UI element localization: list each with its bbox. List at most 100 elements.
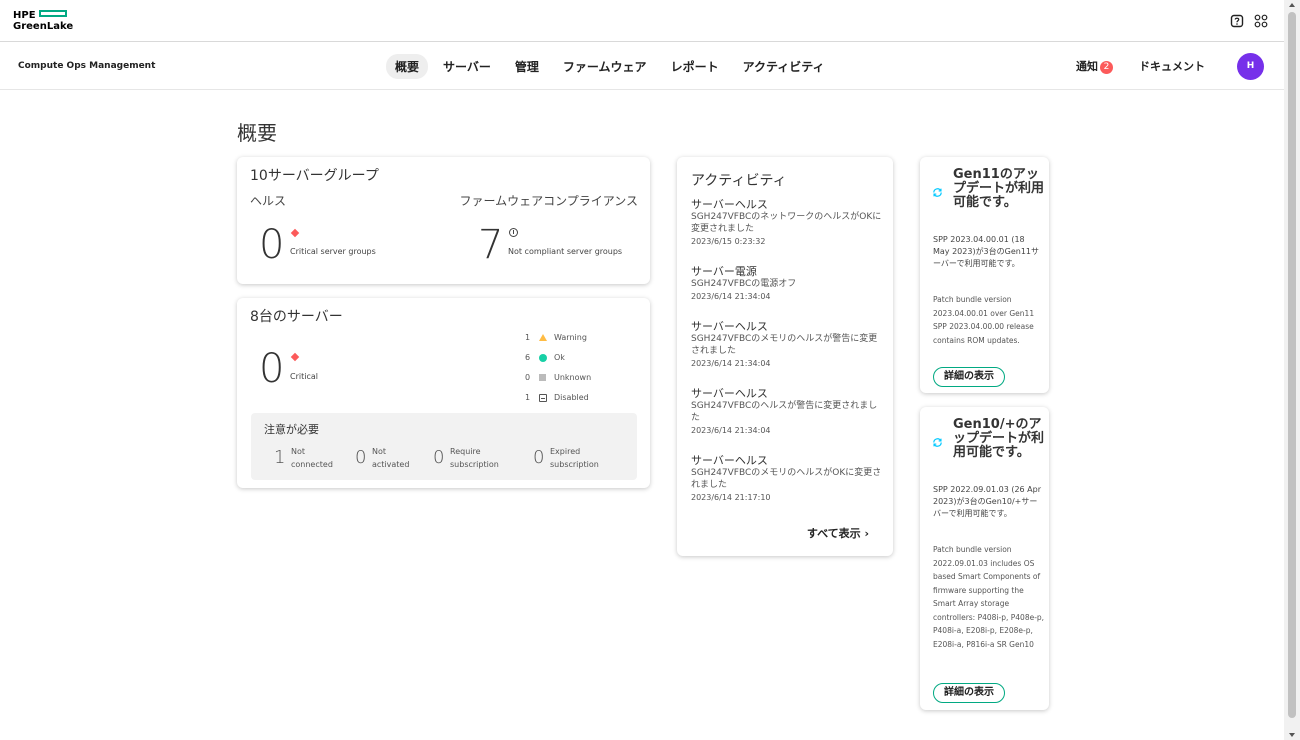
status-warning-row[interactable]: 1 Warning bbox=[525, 333, 587, 342]
scroll-up-icon[interactable] bbox=[1289, 3, 1295, 7]
servers-card[interactable]: 8台のサーバー 0 Critical 1 Warning 6 Ok 0 Unkn… bbox=[237, 298, 650, 488]
not-activated-count: 0 bbox=[355, 447, 367, 468]
update-title: Gen11のアップデートが利用可能です。 bbox=[953, 167, 1045, 210]
activity-item-title: サーバーヘルス bbox=[691, 454, 768, 467]
require-subscription-count: 0 bbox=[433, 447, 445, 468]
activity-item-title: サーバーヘルス bbox=[691, 198, 768, 211]
noncompliant-groups-count[interactable]: 7 bbox=[478, 225, 503, 265]
critical-servers-label: Critical bbox=[290, 372, 318, 381]
expired-subscription-count: 0 bbox=[533, 447, 545, 468]
critical-groups-count[interactable]: 0 bbox=[259, 225, 284, 265]
page-scrollbar[interactable] bbox=[1284, 0, 1300, 740]
update-note: Patch bundle version 2022.09.01.03 inclu… bbox=[933, 545, 1045, 649]
scroll-down-icon[interactable] bbox=[1289, 733, 1295, 737]
hpe-greenlake-logo[interactable]: HPE GreenLake bbox=[13, 10, 73, 32]
tab-activity[interactable]: アクティビティ bbox=[734, 54, 834, 79]
activity-item-time: 2023/6/14 21:34:04 bbox=[691, 359, 771, 368]
activity-item-time: 2023/6/14 21:34:04 bbox=[691, 426, 771, 435]
health-label: ヘルス bbox=[250, 194, 287, 208]
documentation-link[interactable]: ドキュメント bbox=[1139, 58, 1205, 74]
activity-item[interactable]: サーバーヘルス SGH247VFBCのメモリのヘルスが警告に変更されました 20… bbox=[691, 320, 886, 370]
refresh-icon bbox=[933, 438, 942, 447]
activity-item-title: サーバーヘルス bbox=[691, 320, 768, 333]
require-subscription-line1: Require bbox=[450, 447, 481, 456]
view-details-button[interactable]: 詳細の表示 bbox=[933, 683, 1005, 703]
info-circle-icon bbox=[509, 228, 518, 237]
tab-servers[interactable]: サーバー bbox=[434, 54, 500, 79]
warning-count: 1 bbox=[525, 333, 531, 342]
not-activated-line1: Not bbox=[372, 447, 387, 456]
activity-item[interactable]: サーバー電源 SGH247VFBCの電源オフ 2023/6/14 21:34:0… bbox=[691, 265, 886, 303]
not-connected-line2: connected bbox=[291, 460, 333, 469]
tab-manage[interactable]: 管理 bbox=[506, 54, 548, 79]
top-bar: HPE GreenLake bbox=[0, 0, 1284, 42]
ok-label: Ok bbox=[554, 353, 565, 362]
activity-item-desc: SGH247VFBCのメモリのヘルスがOKに変更されました bbox=[691, 468, 882, 490]
show-all-link[interactable]: すべて表示 › bbox=[807, 525, 869, 541]
compliance-label: ファームウェアコンプライアンス bbox=[459, 194, 638, 208]
logo-text-hpe: HPE bbox=[13, 10, 36, 21]
unknown-icon bbox=[539, 374, 546, 381]
disabled-count: 1 bbox=[525, 393, 531, 402]
require-subscription-line2: subscription bbox=[450, 460, 499, 469]
ok-icon bbox=[539, 353, 547, 362]
app-nav-bar: Compute Ops Management 概要 サーバー 管理 ファームウェ… bbox=[0, 42, 1284, 90]
app-grid-icon[interactable] bbox=[1254, 13, 1268, 28]
status-unknown-row[interactable]: 0 Unknown bbox=[525, 373, 591, 382]
activity-item-desc: SGH247VFBCのネットワークのヘルスがOKに変更されました bbox=[691, 212, 882, 234]
expired-subscription-line1: Expired bbox=[550, 447, 581, 456]
tab-reports[interactable]: レポート bbox=[662, 54, 728, 79]
view-details-button[interactable]: 詳細の表示 bbox=[933, 367, 1005, 387]
refresh-icon bbox=[933, 188, 942, 197]
expired-subscription-line2: subscription bbox=[550, 460, 599, 469]
status-ok-row[interactable]: 6 Ok bbox=[525, 353, 565, 362]
activity-item-time: 2023/6/14 21:34:04 bbox=[691, 292, 771, 301]
servers-title: 8台のサーバー bbox=[250, 309, 343, 325]
logo-bar-icon bbox=[38, 10, 67, 17]
not-activated-line2: activated bbox=[372, 460, 410, 469]
logo-text-greenlake: GreenLake bbox=[13, 21, 74, 32]
disabled-icon bbox=[539, 393, 547, 402]
user-avatar[interactable]: H bbox=[1237, 53, 1264, 80]
activity-item-time: 2023/6/15 0:23:32 bbox=[691, 237, 766, 246]
critical-diamond-icon bbox=[290, 228, 300, 238]
scroll-thumb[interactable] bbox=[1288, 12, 1296, 718]
activity-item-time: 2023/6/14 21:17:10 bbox=[691, 493, 771, 502]
activity-item-title: サーバーヘルス bbox=[691, 387, 768, 400]
tab-overview[interactable]: 概要 bbox=[386, 54, 429, 79]
nav-right: 通知 2 ドキュメント H bbox=[1044, 52, 1284, 80]
activity-item[interactable]: サーバーヘルス SGH247VFBCのヘルスが警告に変更されました 2023/6… bbox=[691, 387, 886, 437]
ok-count: 6 bbox=[525, 353, 531, 362]
page-title: 概要 bbox=[237, 121, 277, 145]
activity-item[interactable]: サーバーヘルス SGH247VFBCのメモリのヘルスがOKに変更されました 20… bbox=[691, 454, 886, 504]
update-note: Patch bundle version 2023.04.00.01 over … bbox=[933, 295, 1035, 345]
critical-servers-count[interactable]: 0 bbox=[259, 349, 284, 389]
notifications-button[interactable]: 通知 2 bbox=[1076, 58, 1113, 74]
unknown-count: 0 bbox=[525, 373, 531, 382]
update-summary: SPP 2022.09.01.03 (26 Apr 2023)が3台のGen10… bbox=[933, 485, 1042, 518]
tab-firmware[interactable]: ファームウェア bbox=[554, 54, 656, 79]
activity-card: アクティビティ サーバーヘルス SGH247VFBCのネットワークのヘルスがOK… bbox=[677, 157, 893, 556]
activity-item-desc: SGH247VFBCの電源オフ bbox=[691, 279, 797, 289]
status-disabled-row[interactable]: 1 Disabled bbox=[525, 393, 589, 402]
gen10-update-card: Gen10/+のアップデートが利用可能です。 SPP 2022.09.01.03… bbox=[920, 407, 1049, 710]
help-icon[interactable] bbox=[1230, 13, 1244, 28]
notifications-badge: 2 bbox=[1100, 61, 1113, 74]
server-groups-title: 10サーバーグループ bbox=[250, 168, 379, 184]
critical-groups-label: Critical server groups bbox=[290, 247, 376, 256]
gen11-update-card: Gen11のアップデートが利用可能です。 SPP 2023.04.00.01 (… bbox=[920, 157, 1049, 393]
top-icons bbox=[1230, 13, 1268, 28]
warning-icon bbox=[539, 334, 547, 341]
update-summary: SPP 2023.04.00.01 (18 May 2023)が3台のGen11… bbox=[933, 235, 1040, 268]
app-name[interactable]: Compute Ops Management bbox=[18, 61, 155, 71]
unknown-label: Unknown bbox=[554, 373, 592, 382]
not-connected-count: 1 bbox=[274, 447, 286, 468]
activity-item-title: サーバー電源 bbox=[691, 265, 757, 278]
activity-item[interactable]: サーバーヘルス SGH247VFBCのネットワークのヘルスがOKに変更されました… bbox=[691, 198, 886, 248]
notifications-label: 通知 bbox=[1076, 60, 1098, 73]
attention-panel: 注意が必要 1 Not connected 0 Not activated 0 Re… bbox=[251, 413, 637, 480]
activity-title: アクティビティ bbox=[691, 173, 787, 189]
noncompliant-groups-label: Not compliant server groups bbox=[508, 247, 623, 256]
server-groups-card[interactable]: 10サーバーグループ ヘルス ファームウェアコンプライアンス 0 Critica… bbox=[237, 157, 650, 284]
nav-tabs: 概要 サーバー 管理 ファームウェア レポート アクティビティ bbox=[386, 54, 834, 79]
